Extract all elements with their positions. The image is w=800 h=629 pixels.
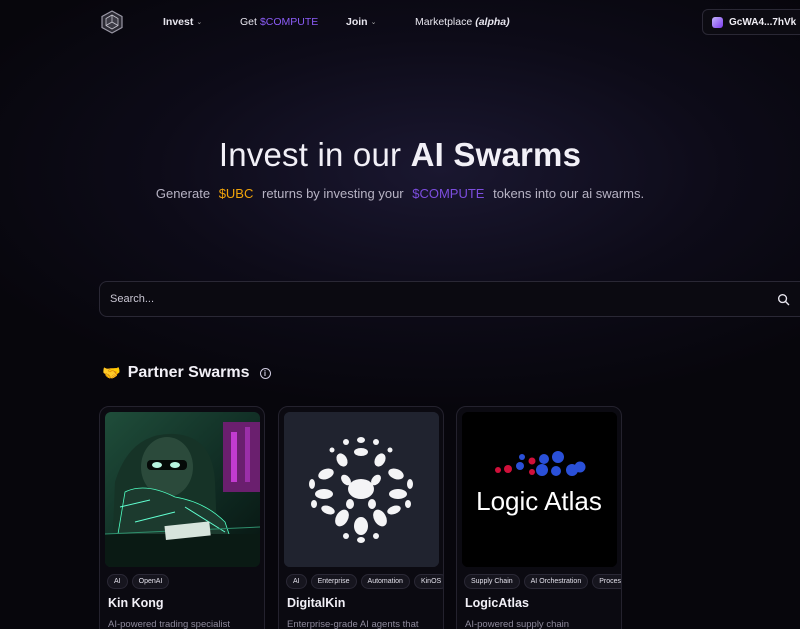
digitalkin-image bbox=[284, 412, 439, 567]
subtitle-part-3: tokens into our ai swarms. bbox=[493, 186, 645, 201]
title-light: Invest in our bbox=[218, 136, 411, 173]
search-icon[interactable] bbox=[777, 293, 790, 306]
nav-invest-label: Invest bbox=[163, 16, 194, 28]
nav-get-label: Get bbox=[240, 16, 257, 28]
nav-compute-accent: $COMPUTE bbox=[259, 16, 319, 28]
tag: Enterprise bbox=[310, 574, 357, 589]
nav-alpha-label: (alpha) bbox=[475, 16, 510, 28]
nav-marketplace-label: Marketplace bbox=[415, 16, 473, 28]
digitalkin-tags: AI Enterprise Automation KinOS bbox=[286, 574, 443, 589]
tag: KinOS bbox=[413, 574, 443, 589]
wallet-address: GcWA4...7hVk bbox=[729, 16, 797, 28]
search-input[interactable] bbox=[110, 282, 760, 316]
nav-marketplace[interactable]: Marketplace (alpha) bbox=[415, 16, 510, 28]
search-bar bbox=[99, 281, 800, 317]
nav-invest[interactable]: Invest ⌄ bbox=[163, 16, 202, 28]
tag: Proces bbox=[592, 574, 621, 589]
logicatlas-logo-text: Logic Atlas bbox=[476, 486, 602, 516]
card-description: AI-powered supply chain bbox=[465, 619, 570, 629]
subtitle-part-2: returns by investing your bbox=[262, 186, 404, 201]
top-nav: Invest ⌄ Get $COMPUTE Join ⌄ Marketplace… bbox=[0, 0, 800, 44]
card-name: DigitalKin bbox=[287, 596, 346, 610]
swarm-card-digitalkin[interactable]: AI Enterprise Automation KinOS DigitalKi… bbox=[278, 406, 444, 629]
logicatlas-tags: Supply Chain AI Orchestration Proces bbox=[464, 574, 621, 589]
wallet-icon bbox=[712, 16, 723, 28]
chevron-down-icon: ⌄ bbox=[196, 19, 203, 26]
swarm-card-kin-kong[interactable]: AI OpenAI Kin Kong AI-powered trading sp… bbox=[99, 406, 265, 629]
nav-join-label: Join bbox=[346, 16, 368, 28]
tag: OpenAI bbox=[131, 574, 170, 589]
handshake-icon: 🤝 bbox=[102, 365, 121, 382]
subtitle-part-1: Generate bbox=[155, 186, 211, 201]
logicatlas-image: Logic Atlas bbox=[462, 412, 617, 567]
kin-kong-tags: AI OpenAI bbox=[107, 574, 170, 589]
card-name: LogicAtlas bbox=[465, 596, 529, 610]
kin-kong-image bbox=[105, 412, 260, 567]
title-bold: AI Swarms bbox=[410, 136, 582, 173]
section-partner-swarms: 🤝 Partner Swarms i bbox=[102, 364, 271, 382]
chevron-down-icon: ⌄ bbox=[370, 19, 377, 26]
logo-icon[interactable] bbox=[100, 10, 124, 34]
page-title: Invest in our AI Swarms bbox=[0, 136, 800, 174]
tag: AI bbox=[107, 574, 128, 589]
tag: AI bbox=[286, 574, 307, 589]
nav-join[interactable]: Join ⌄ bbox=[346, 16, 376, 28]
nav-get-compute[interactable]: Get $COMPUTE bbox=[240, 16, 318, 28]
card-name: Kin Kong bbox=[108, 596, 164, 610]
info-icon[interactable]: i bbox=[259, 367, 271, 379]
compute-token: $COMPUTE bbox=[412, 186, 485, 201]
tag: Supply Chain bbox=[464, 574, 520, 589]
ubc-token: $UBC bbox=[218, 186, 254, 201]
wallet-button[interactable]: GcWA4...7hVk bbox=[702, 9, 800, 35]
card-description: Enterprise-grade AI agents that bbox=[287, 619, 419, 629]
swarm-card-logicatlas[interactable]: Logic Atlas Supply Chain AI Orchestratio… bbox=[456, 406, 622, 629]
page-subtitle: Generate $UBC returns by investing your … bbox=[0, 186, 800, 201]
card-description: AI-powered trading specialist bbox=[108, 619, 230, 629]
tag: AI Orchestration bbox=[523, 574, 589, 589]
section-title: Partner Swarms bbox=[127, 364, 250, 381]
tag: Automation bbox=[360, 574, 410, 589]
